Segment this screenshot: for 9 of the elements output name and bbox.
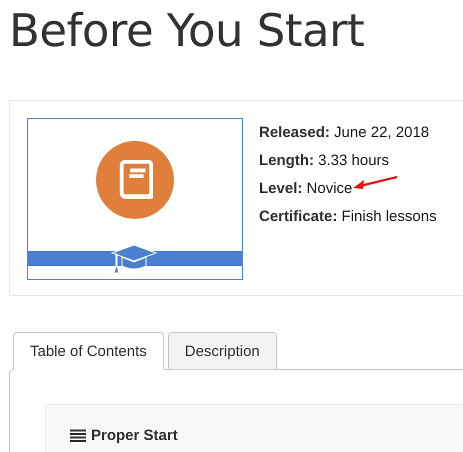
tab[interactable]: Description — [168, 332, 277, 370]
detail-text: Certificate: Finish lessons — [259, 208, 437, 224]
tab[interactable]: Table of Contents — [13, 332, 164, 370]
detail-text: Length: 3.33 hours — [259, 152, 390, 168]
detail-text: Released: June 22, 2018 — [259, 124, 430, 140]
section-title: Proper Start — [91, 426, 178, 444]
page-title: Before You Start — [8, 3, 366, 59]
detail-text: Level: Novice — [259, 180, 352, 196]
list-icon — [70, 428, 86, 442]
